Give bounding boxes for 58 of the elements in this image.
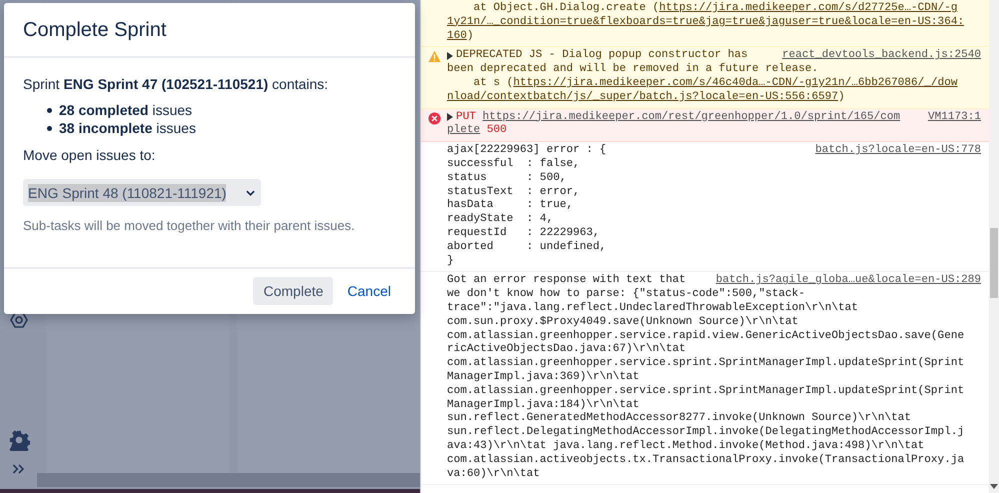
console-line: nload/contextbatch/js/_super/batch.js?locale=en-US:556:6597) [447,90,845,105]
sprint-summary: Sprint ENG Sprint 47 (102521-110521) contains: [23,76,330,92]
complete-button[interactable]: Complete [253,277,334,305]
scroll-down-icon[interactable] [990,484,998,489]
console-line: com.atlassian.greenhopper.service.rapid.view.GenericActiveObjectsDao.save(Gene [447,330,964,343]
settings-icon[interactable] [8,429,30,451]
console-line: readyState : 4, [447,213,554,227]
expand-arrow-icon[interactable] [447,52,453,60]
console-line: successful : false, [447,158,580,172]
console-line: plete 500 [447,124,507,138]
sprint-select[interactable]: ENG Sprint 48 (110821-111921) [23,179,261,206]
expand-icon[interactable] [10,463,26,475]
issue-count: 28 completed issues [59,102,192,118]
console-line: } [447,254,454,268]
console-line: aborted : undefined, [447,240,606,255]
error-icon [428,112,440,125]
source-link[interactable]: react_devtools_backend.js:2540 [774,49,981,64]
console-line: ManagerImpl.java:369)\r\n\tat [447,370,640,385]
console-line: we don't know how to parse: {"status-code":500,"stack- [447,288,805,302]
bullet-icon [47,108,52,112]
console-line: sun.reflect.GeneratedMethodAccessor8277.invoke(Unknown Source)\r\n\tat [447,412,912,426]
source-link[interactable]: VM1173:1 [920,110,981,124]
console-line: been deprecated and will be removed in a future release. [447,63,818,77]
expand-arrow-icon[interactable] [447,113,453,122]
console-line: com.atlassian.greenhopper.service.sprint.SprintManagerImpl.updateSprint(Sprint [447,357,964,371]
console-line: sun.reflect.DelegatingMethodAccessorImpl.invoke(DelegatingMethodAccessorImpl.j [447,426,964,440]
source-link[interactable]: batch.js?agile_globa…ue&locale=en-US:289 [708,274,981,288]
console-line: trace":"java.lang.reflect.UndeclaredThrowableException\r\n\tat [447,302,858,316]
console-line: at s (https://jira.medikeeper.com/s/46c40da…-CDN/-g1y21n/…6bb267086/_/dow [472,76,958,91]
console-line: requestId : 22229963, [447,226,600,241]
dialog-title: Complete Sprint [23,19,168,42]
console-line: statusText : error, [447,186,580,199]
console-line: 160) [447,30,474,44]
console-line: status : 500, [447,172,566,186]
console-line: ajax[22229963] error : { [447,144,606,158]
console-line: PUT https://jira.medikeeper.com/rest/greenhopper/1.0/sprint/165/com [456,110,900,124]
warning-icon [428,50,440,64]
console-line: DEPRECATED JS - Dialog popup constructor has [456,49,748,63]
caret-icon [246,190,255,196]
hint-text: Sub-tasks will be moved together with their parent issues. [23,218,356,233]
horizontal-scrollbar[interactable] [37,473,420,487]
issue-count: 38 incomplete issues [59,120,196,136]
console-line: ricActiveObjectsDao.java:67)\r\n\tat [447,343,686,357]
console-line: com.sun.proxy.$Proxy4049.save(Unknown Source)\r\n\tat [447,316,798,330]
console-line: ava:43)\r\n\tat java.lang.reflect.Method.invoke(Method.java:498)\r\n\tat [447,440,924,454]
console-line: 1y21n/…_condition=true&flexboards=true&jag=true&jaguser=true&locale=en-US:364: [447,16,964,30]
scrollbar-thumb[interactable] [990,228,998,298]
source-link[interactable]: batch.js?locale=en-US:778 [807,144,981,158]
console-line: at Object.GH.Dialog.create (https://jira.medikeeper.com/s/d27725e…-CDN/-g [472,2,958,16]
cancel-link[interactable]: Cancel [337,277,401,305]
console-line: com.atlassian.activeobjects.tx.TransactionalProxy.invoke(TransactionalProxy.ja [447,454,964,468]
move-label: Move open issues to: [23,147,156,163]
console-line: Got an error response with text that [447,274,686,288]
console-line: va:60)\r\n\tat [447,468,540,482]
bullet-icon [47,126,52,130]
console-line: com.atlassian.greenhopper.service.sprint.SprintManagerImpl.updateSprint(Sprint [447,384,964,399]
console-line: hasData : true, [447,199,573,213]
console-line: ManagerImpl.java:184)\r\n\tat [447,398,640,412]
